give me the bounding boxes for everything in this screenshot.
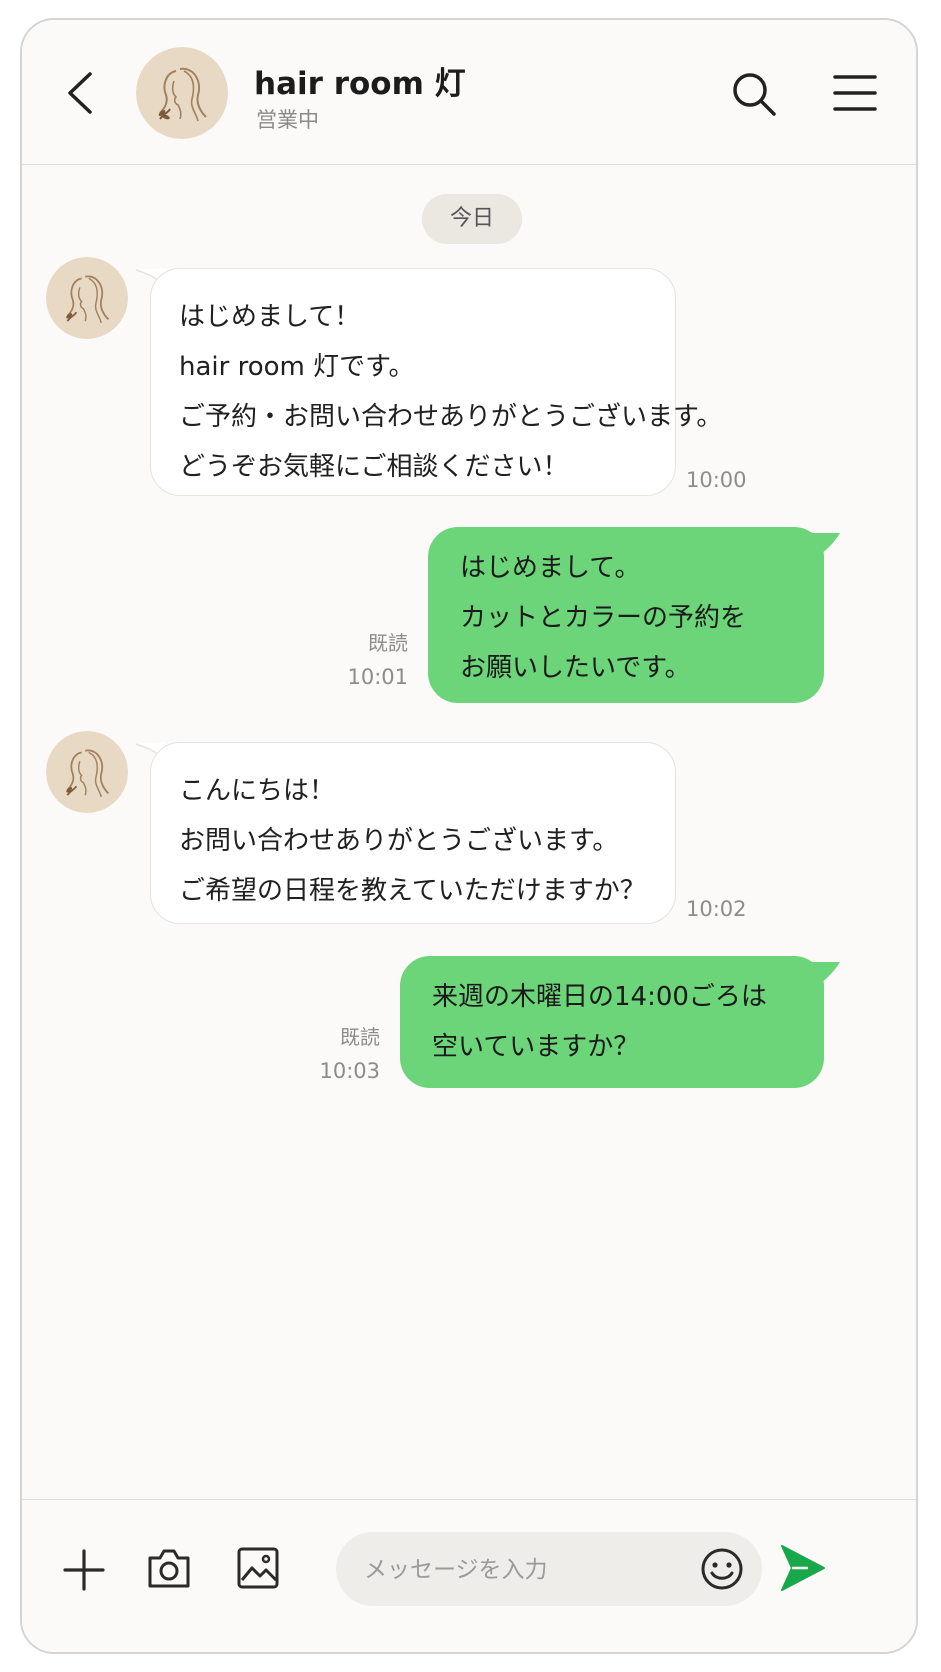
- message-line: ご予約・お問い合わせありがとうございます。: [179, 402, 723, 432]
- message-bubble-incoming[interactable]: こんにちは！ お問い合わせありがとうございます。 ご希望の日程を教えていただけま…: [150, 742, 676, 924]
- chat-screen: hair room 灯 営業中 今日 はじめまして！ hair room 灯です…: [20, 18, 918, 1654]
- message-time: 10:00: [686, 468, 747, 492]
- message-input[interactable]: [362, 1532, 696, 1608]
- chat-header: hair room 灯 営業中: [22, 20, 916, 165]
- message-line: hair room 灯です。: [179, 352, 415, 382]
- bubble-tail: [806, 962, 840, 988]
- message-line: こんにちは！: [179, 776, 336, 806]
- search-button[interactable]: [730, 70, 778, 118]
- message-line: どうぞお気軽にご相談ください！: [179, 452, 569, 482]
- message-time: 10:02: [686, 897, 747, 921]
- message-line: お願いしたいです。: [460, 653, 691, 683]
- shop-status: 営業中: [256, 108, 319, 132]
- message-line: お問い合わせありがとうございます。: [179, 826, 619, 856]
- message-meta: 既読 10:03: [312, 1020, 380, 1088]
- message-line: ご希望の日程を教えていただけますか？: [179, 876, 646, 906]
- shop-avatar[interactable]: [136, 47, 228, 139]
- message-line: はじめまして。: [460, 553, 641, 583]
- search-icon: [733, 73, 776, 116]
- chevron-left-icon: [68, 72, 92, 114]
- camera-icon: [148, 1549, 190, 1588]
- message-input-container: [336, 1532, 762, 1608]
- sender-avatar[interactable]: [46, 731, 128, 813]
- menu-button[interactable]: [832, 72, 878, 114]
- woman-profile-logo-icon: [136, 47, 228, 139]
- message-bubble-incoming[interactable]: はじめまして！ hair room 灯です。 ご予約・お問い合わせありがとうござ…: [150, 268, 723, 496]
- message-bubble-outgoing[interactable]: 来週の木曜日の14:00ごろは 空いていますか？: [400, 956, 824, 1088]
- read-receipt: 既読: [368, 631, 408, 655]
- message-line: 空いていますか？: [432, 1032, 640, 1062]
- image-icon: [237, 1547, 279, 1589]
- image-button[interactable]: [236, 1546, 280, 1590]
- plus-icon: [63, 1549, 105, 1591]
- woman-profile-logo-icon: [46, 731, 128, 813]
- back-button[interactable]: [60, 68, 100, 118]
- message-line: はじめまして！: [179, 302, 361, 332]
- message-line: カットとカラーの予約を: [460, 603, 747, 633]
- add-button[interactable]: [62, 1548, 106, 1592]
- sender-avatar[interactable]: [46, 257, 128, 339]
- bubble-tail: [806, 533, 840, 559]
- message-composer: [22, 1499, 916, 1652]
- woman-profile-logo-icon: [46, 257, 128, 339]
- read-receipt: 既読: [340, 1025, 380, 1049]
- send-button[interactable]: [778, 1542, 826, 1594]
- shop-name: hair room 灯: [254, 66, 466, 102]
- message-time: 10:03: [319, 1059, 380, 1083]
- message-bubble-outgoing[interactable]: はじめまして。 カットとカラーの予約を お願いしたいです。: [428, 527, 824, 703]
- message-time: 10:01: [347, 665, 408, 689]
- emoji-icon: [701, 1548, 743, 1590]
- message-meta: 既読 10:01: [342, 626, 408, 694]
- date-separator: 今日: [422, 194, 522, 244]
- message-line: 来週の木曜日の14:00ごろは: [432, 982, 767, 1012]
- emoji-button[interactable]: [700, 1547, 744, 1591]
- camera-button[interactable]: [146, 1546, 192, 1590]
- hamburger-menu-icon: [833, 75, 877, 111]
- send-icon: [781, 1545, 825, 1591]
